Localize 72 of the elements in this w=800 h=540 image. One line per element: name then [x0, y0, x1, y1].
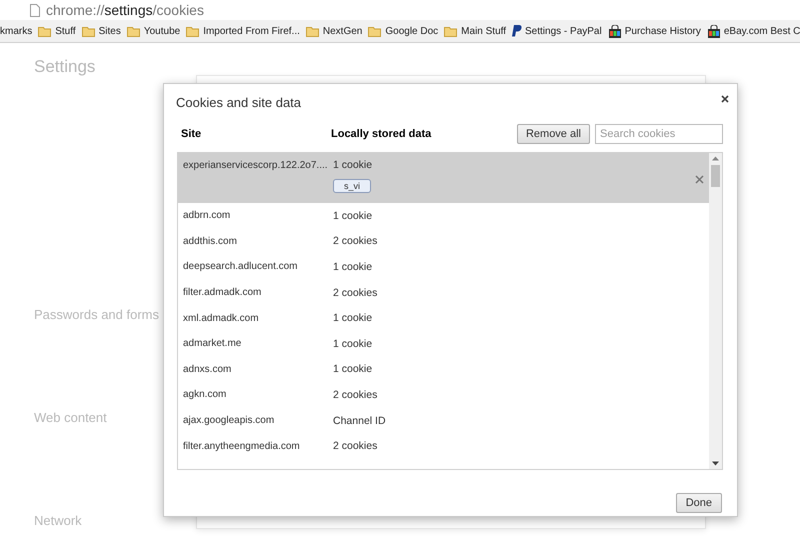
site-name: filter.admadk.com: [183, 287, 262, 298]
section-heading: Web content: [34, 410, 107, 425]
bookmark[interactable]: Settings - PayPal: [512, 25, 602, 37]
site-name: deepsearch.adlucent.com: [183, 261, 299, 272]
site-name: agkn.com: [183, 389, 228, 400]
column-header: Site: [181, 128, 202, 140]
cookie-row[interactable]: ajax.googleapis.com Channel ID: [178, 408, 709, 434]
bookmark[interactable]: Youtube: [126, 26, 180, 36]
bookmark[interactable]: Sites: [82, 26, 121, 36]
folder-icon: [444, 26, 458, 36]
page-icon: [30, 4, 40, 16]
cookie-row[interactable]: filter.admadk.com 2 cookies: [178, 280, 709, 306]
stored-data: 2 cookies: [333, 440, 378, 452]
stored-data: 1 cookie: [333, 210, 372, 222]
scrollbar[interactable]: [709, 153, 722, 469]
search-field[interactable]: Search cookies: [595, 124, 723, 144]
done-button[interactable]: Done: [676, 493, 722, 513]
column-header: Locally stored data: [331, 128, 432, 140]
site-name: addthis.com: [183, 236, 238, 247]
site-name: ajax.googleapis.com: [183, 415, 276, 426]
bookmark[interactable]: Stuff: [38, 26, 76, 36]
site-name: adnxs.com: [183, 364, 232, 375]
folder-icon: [186, 26, 200, 36]
stored-data: 2 cookies: [333, 286, 378, 299]
cookie-row[interactable]: deepsearch.adlucent.com 1 cookie: [178, 254, 709, 280]
section-heading: Passwords and forms: [34, 307, 159, 322]
bookmark[interactable]: Imported From Firef...: [186, 26, 300, 36]
bookmark[interactable]: eBay.com Best C: [706, 24, 800, 38]
shopping-bag-icon: [608, 24, 622, 38]
bookmark[interactable]: NextGen: [306, 26, 362, 36]
folder-icon: [126, 26, 141, 36]
bookmark[interactable]: Purchase History: [608, 24, 701, 38]
bookmark[interactable]: kmarks: [0, 26, 32, 36]
site-name: filter.anytheengmedia.com: [183, 440, 301, 452]
cookie-row[interactable]: agkn.com 2 cookies: [178, 382, 709, 408]
stored-data: 2 cookies: [333, 235, 378, 248]
bookmark[interactable]: Google Doc: [368, 26, 438, 36]
cookie-row[interactable]: adbrn.com 1 cookie: [178, 203, 709, 229]
cookie-row[interactable]: xml.admadk.com 1 cookie: [178, 305, 709, 331]
address-url[interactable]: chrome://settings/cookies: [46, 2, 204, 18]
stored-data: 1 cookie: [333, 338, 372, 350]
section-heading: Network: [34, 513, 82, 528]
close-icon[interactable]: [721, 95, 729, 103]
settings-heading: Settings: [34, 57, 96, 77]
cookie-row[interactable]: filter.anytheengmedia.com 2 cookies: [178, 433, 709, 459]
stored-data: 1 cookie: [333, 363, 372, 376]
paypal-icon: [512, 25, 522, 37]
scroll-down-icon[interactable]: [712, 461, 719, 466]
stored-data: 2 cookies: [333, 388, 378, 401]
folder-icon: [82, 26, 96, 36]
folder-icon: [306, 26, 320, 36]
bookmark[interactable]: Main Stuff: [444, 26, 506, 36]
folder-icon: [38, 26, 52, 36]
folder-icon: [368, 26, 382, 36]
scroll-up-icon[interactable]: [712, 156, 719, 161]
cookie-row[interactable]: addthis.com 2 cookies: [178, 228, 709, 254]
cookie-row[interactable]: experianservicescorp.122.2o7.... 1 cookie s_vi: [178, 153, 709, 203]
site-name: adbrn.com: [183, 210, 232, 222]
dialog-title: Cookies and site data: [176, 95, 302, 110]
cookie-row[interactable]: admarket.me 1 cookie: [178, 330, 709, 357]
site-name: experianservicescorp.122.2o7....: [183, 160, 329, 170]
stored-data: 1 cookie: [333, 312, 372, 324]
scroll-thumb[interactable]: [711, 165, 720, 187]
stored-data: 1 cookie: [333, 260, 372, 273]
stored-data: Channel ID: [333, 414, 386, 427]
shopping-bag-icon: [706, 24, 721, 38]
site-name: xml.admadk.com: [183, 312, 260, 324]
cookie-chip[interactable]: s_vi: [333, 179, 372, 193]
remove-all-button[interactable]: Remove all: [516, 124, 590, 144]
stored-data: 1 cookie: [333, 159, 372, 171]
cookie-row[interactable]: adnxs.com 1 cookie: [178, 356, 709, 382]
site-name: admarket.me: [183, 338, 242, 350]
